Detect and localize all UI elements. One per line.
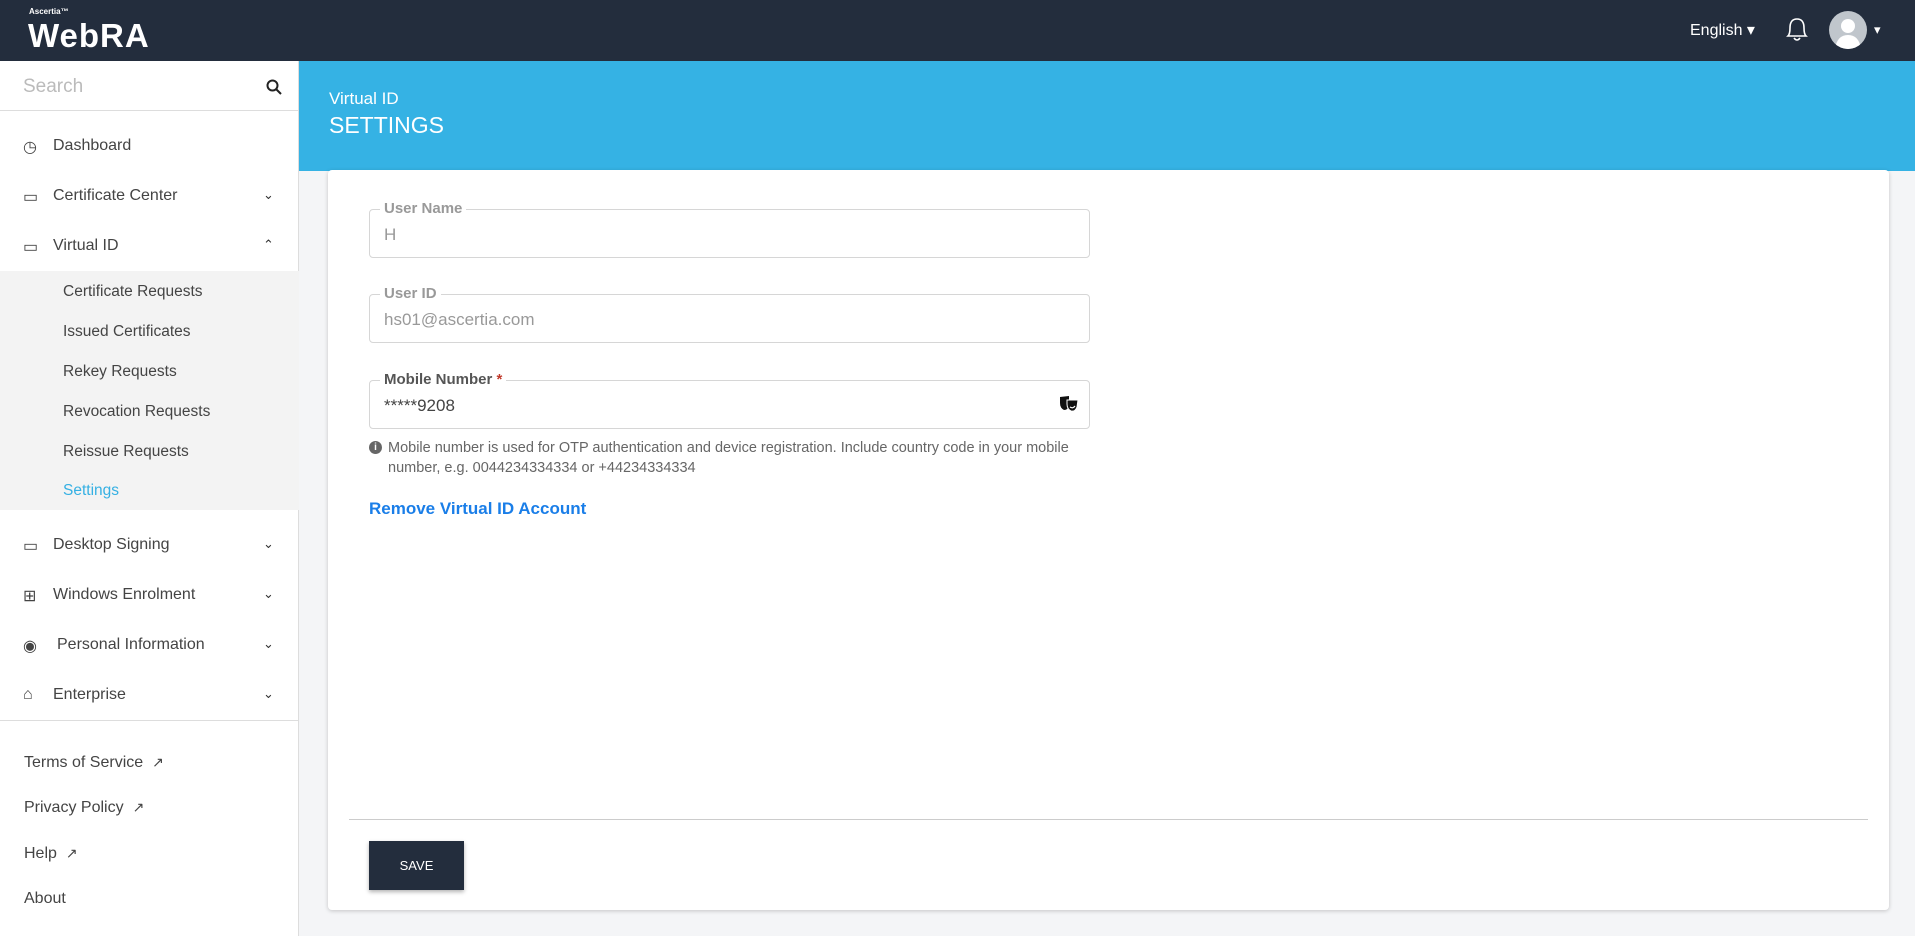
language-selector[interactable]: English ▾ (1690, 20, 1755, 40)
windows-icon: ⊞ (23, 588, 37, 605)
page-title: SETTINGS (329, 112, 445, 138)
chevron-down-icon: ⌄ (263, 187, 274, 202)
user-id-value: hs01@ascertia.com (384, 310, 535, 329)
user-name-label: User Name (380, 200, 467, 217)
info-icon: i (369, 441, 382, 454)
about-link[interactable]: About (24, 890, 66, 908)
link-label: Help (24, 845, 57, 862)
user-name-field: User Name H (369, 200, 1090, 258)
mobile-number-label: Mobile Number * (380, 371, 507, 388)
remove-virtual-id-link[interactable]: Remove Virtual ID Account (369, 499, 586, 519)
sidebar-item-label: Dashboard (53, 137, 132, 154)
certificate-icon: ▭ (23, 189, 39, 206)
gauge-icon: ◷ (23, 139, 37, 156)
settings-card: User Name H User ID hs01@ascertia.com Mo… (328, 170, 1889, 910)
sidebar-item-label: Virtual ID (53, 237, 119, 254)
sidebar-item-virtual-id[interactable]: ▭ Virtual ID ⌃ (0, 227, 299, 267)
external-link-icon: ↗ (132, 799, 145, 815)
user-circle-icon: ◉ (23, 638, 37, 655)
mobile-number-value: *****9208 (384, 396, 455, 415)
sidebar-item-label: Enterprise (53, 686, 126, 703)
submenu-reissue-requests[interactable]: Reissue Requests (63, 443, 189, 461)
save-button[interactable]: SAVE (369, 841, 464, 890)
sidebar-item-label: Desktop Signing (53, 536, 170, 553)
sidebar: Search ◷ Dashboard ▭ Certificate Center ⌄ ▭… (0, 61, 299, 936)
sidebar-item-label: Personal Information (57, 636, 205, 653)
brand-logo[interactable]: WebRA (28, 17, 150, 55)
mobile-number-input[interactable]: Mobile Number * *****9208 (369, 371, 1090, 429)
brand-small: Ascertia™ (29, 7, 69, 16)
chevron-down-icon: ⌄ (263, 686, 274, 701)
virtual-id-submenu (0, 271, 299, 510)
sidebar-divider (0, 720, 299, 721)
link-label: Privacy Policy (24, 799, 124, 816)
laptop-sign-icon: ▭ (23, 538, 39, 555)
required-mark: * (496, 371, 503, 388)
submenu-rekey-requests[interactable]: Rekey Requests (63, 363, 177, 381)
page-banner: Virtual ID SETTINGS (299, 61, 1915, 171)
search-icon[interactable] (266, 79, 282, 95)
user-menu-caret[interactable]: ▾ (1874, 22, 1881, 38)
user-id-label: User ID (380, 285, 441, 302)
help-text: Mobile number is used for OTP authentica… (388, 440, 1069, 476)
help-link[interactable]: Help ↗ (24, 845, 78, 863)
user-id-field: User ID hs01@ascertia.com (369, 285, 1090, 343)
chevron-up-icon: ⌃ (263, 237, 274, 252)
external-link-icon: ↗ (65, 845, 78, 861)
sidebar-item-desktop-signing[interactable]: ▭ Desktop Signing ⌄ (0, 526, 299, 566)
privacy-policy-link[interactable]: Privacy Policy ↗ (24, 799, 144, 817)
bank-icon: ⌂ (23, 686, 33, 703)
id-card-icon: ▭ (23, 239, 39, 256)
external-link-icon: ↗ (152, 754, 164, 770)
sidebar-item-label: Certificate Center (53, 187, 178, 204)
sidebar-item-dashboard[interactable]: ◷ Dashboard (0, 127, 299, 167)
mobile-help-text: i Mobile number is used for OTP authenti… (369, 438, 1089, 478)
top-header: Ascertia™ WebRA English ▾ ▾ (0, 0, 1915, 61)
search-input[interactable]: Search (0, 61, 299, 111)
submenu-revocation-requests[interactable]: Revocation Requests (63, 403, 210, 421)
sidebar-item-enterprise[interactable]: ⌂ Enterprise ⌄ (0, 676, 299, 716)
submenu-issued-certificates[interactable]: Issued Certificates (63, 323, 191, 341)
chevron-down-icon: ⌄ (263, 536, 274, 551)
breadcrumb: Virtual ID (329, 89, 399, 108)
bell-icon[interactable] (1784, 14, 1810, 44)
mask-toggle-icon[interactable] (1059, 395, 1079, 413)
user-name-value: H (384, 225, 397, 244)
terms-of-service-link[interactable]: Terms of Service ↗ (24, 754, 164, 772)
submenu-settings[interactable]: Settings (63, 482, 119, 500)
chevron-down-icon: ⌄ (263, 636, 274, 651)
chevron-down-icon: ⌄ (263, 586, 274, 601)
sidebar-item-personal-information[interactable]: ◉ Personal Information ⌄ (0, 626, 299, 666)
sidebar-item-label: Windows Enrolment (53, 586, 196, 603)
sidebar-item-windows-enrolment[interactable]: ⊞ Windows Enrolment ⌄ (0, 576, 299, 616)
user-avatar[interactable] (1829, 11, 1867, 49)
submenu-certificate-requests[interactable]: Certificate Requests (63, 283, 203, 301)
link-label: Terms of Service (24, 754, 144, 771)
card-divider (349, 819, 1868, 820)
sidebar-item-certificate-center[interactable]: ▭ Certificate Center ⌄ (0, 177, 299, 217)
search-placeholder: Search (23, 76, 84, 97)
